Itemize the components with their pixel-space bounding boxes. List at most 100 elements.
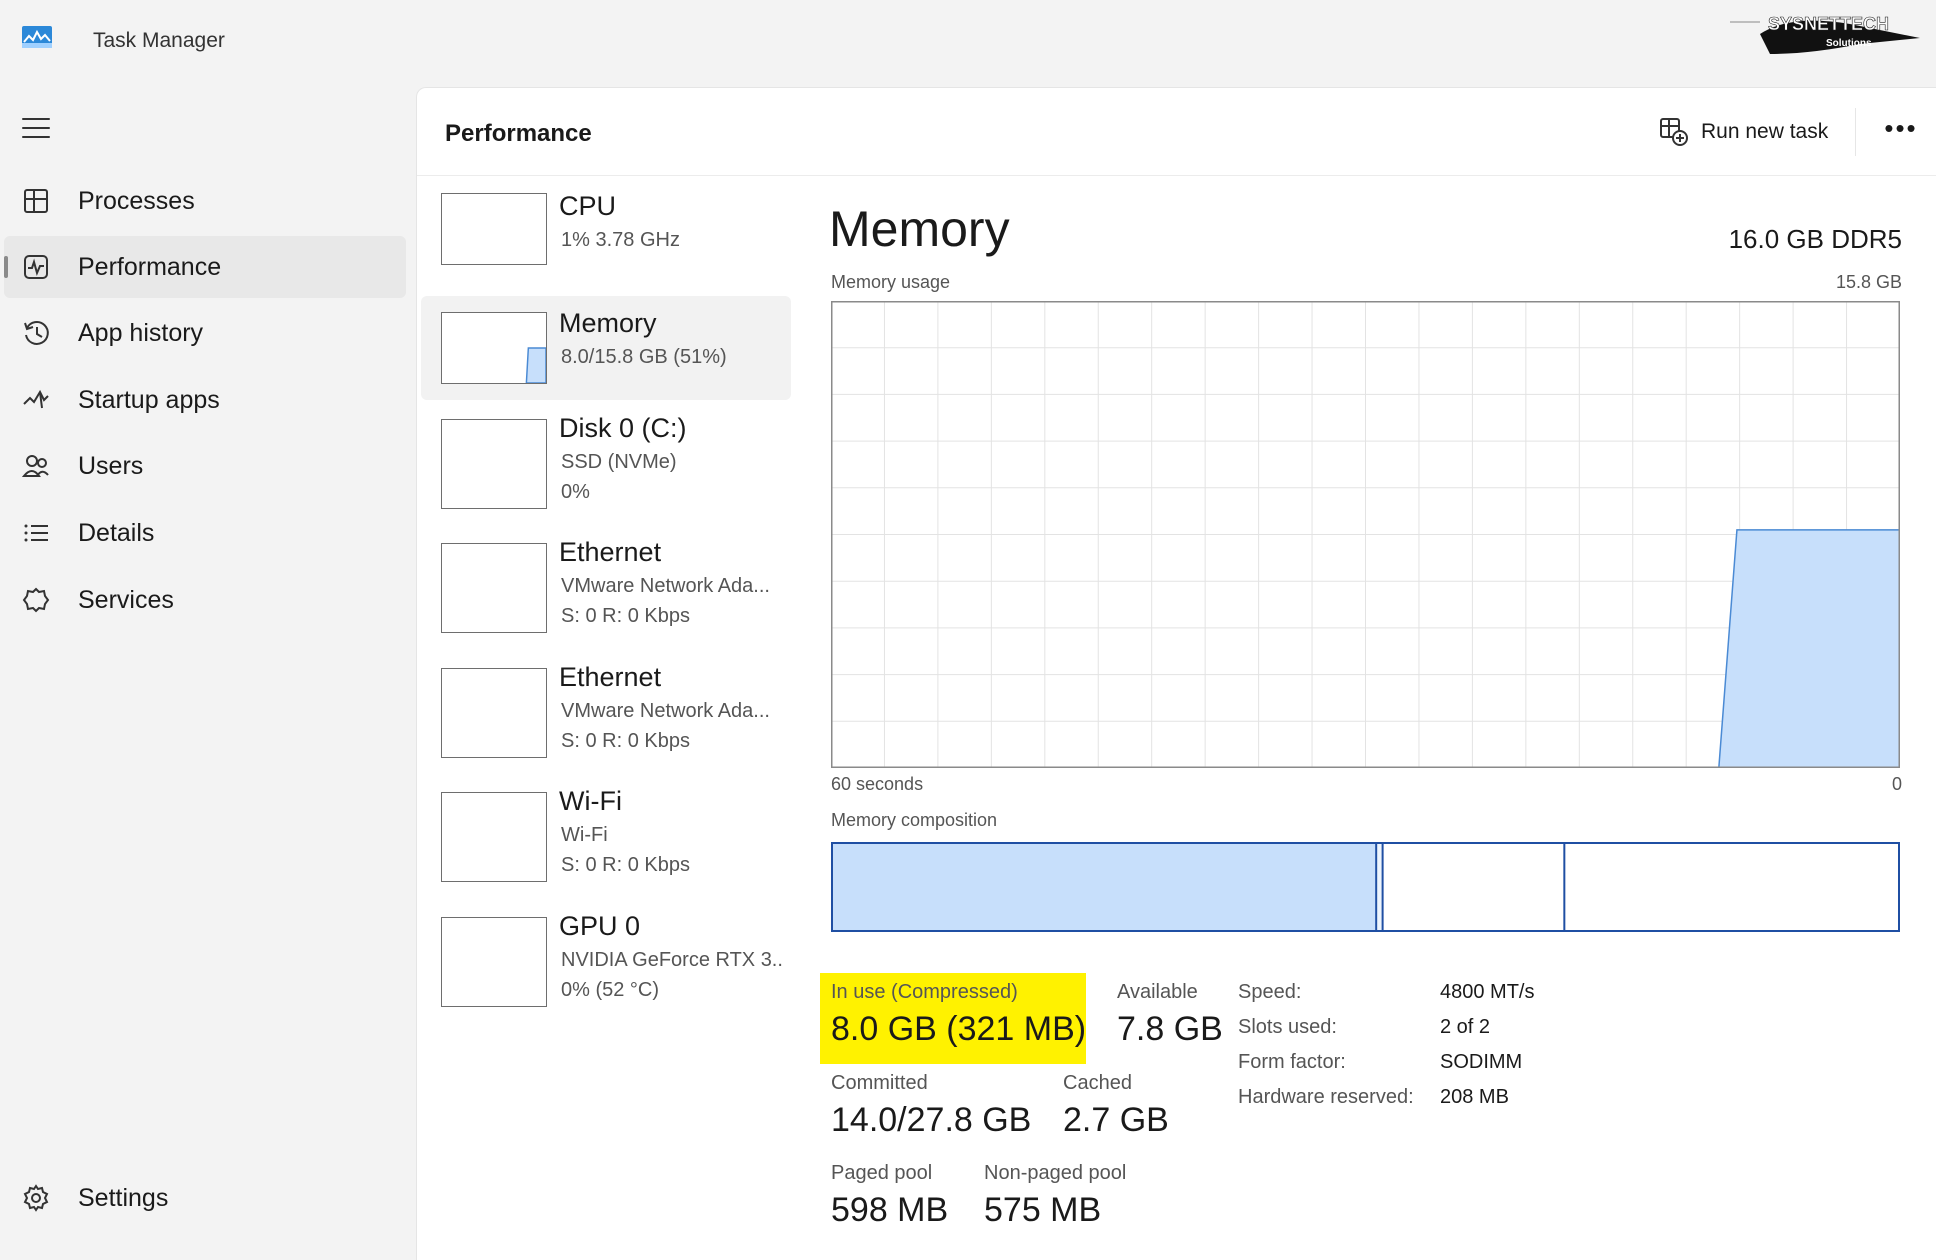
device-name: Ethernet xyxy=(559,537,662,567)
sidebar-item-label: Users xyxy=(78,451,144,480)
spec-form-factor-label: Form factor: xyxy=(1238,1051,1346,1073)
sidebar: Processes Performance App history Startu… xyxy=(0,86,414,1260)
sidebar-item-label: App history xyxy=(78,318,204,347)
in-use-value: 8.0 GB (321 MB) xyxy=(831,1010,1087,1048)
ethernet-thumbnail xyxy=(441,668,547,758)
device-subtitle-2: 0% xyxy=(561,481,590,503)
device-name: Memory xyxy=(559,308,657,338)
processes-icon xyxy=(24,189,48,213)
ethernet-thumbnail xyxy=(441,543,547,633)
sidebar-item-users[interactable]: Users xyxy=(4,435,406,497)
wifi-thumbnail xyxy=(441,792,547,882)
device-name: Wi-Fi xyxy=(559,786,622,816)
sidebar-item-label: Settings xyxy=(78,1183,169,1212)
spec-speed-label: Speed: xyxy=(1238,981,1302,1003)
sidebar-item-performance[interactable]: Performance xyxy=(4,236,406,298)
more-options-button[interactable]: ••• xyxy=(1879,115,1923,148)
device-name: GPU 0 xyxy=(559,911,641,941)
in-use-label: In use (Compressed) xyxy=(831,981,1018,1003)
users-icon xyxy=(22,455,49,477)
paged-pool-label: Paged pool xyxy=(831,1162,933,1184)
run-new-task-label: Run new task xyxy=(1701,120,1829,143)
device-subtitle: VMware Network Ada... xyxy=(561,700,770,722)
composition-in-use-segment xyxy=(831,842,1377,932)
committed-label: Committed xyxy=(831,1072,928,1094)
disk-thumbnail xyxy=(441,419,547,509)
spec-slots-value: 2 of 2 xyxy=(1440,1016,1491,1038)
settings-icon xyxy=(23,1184,49,1212)
sidebar-item-label: Startup apps xyxy=(78,385,220,414)
sidebar-item-services[interactable]: Services xyxy=(4,569,406,631)
device-subtitle: Wi-Fi xyxy=(561,824,608,846)
device-subtitle-2: S: 0 R: 0 Kbps xyxy=(561,730,690,752)
device-cpu[interactable]: CPU 1% 3.78 GHz xyxy=(421,191,791,281)
svg-text:SYSNETTECH: SYSNETTECH xyxy=(1768,14,1889,34)
task-manager-app-icon xyxy=(22,26,52,48)
cpu-thumbnail xyxy=(441,193,547,265)
sidebar-item-label: Services xyxy=(78,585,174,614)
device-subtitle-2: S: 0 R: 0 Kbps xyxy=(561,605,690,627)
history-icon xyxy=(24,321,49,345)
hamburger-menu-button[interactable] xyxy=(22,118,50,138)
memory-usage-area xyxy=(1718,529,1900,768)
device-subtitle-2: S: 0 R: 0 Kbps xyxy=(561,854,690,876)
memory-total: 16.0 GB DDR5 xyxy=(1728,224,1902,254)
svg-text:Solutions: Solutions xyxy=(1826,38,1872,49)
memory-thumbnail xyxy=(441,312,547,384)
nonpaged-pool-value: 575 MB xyxy=(984,1191,1102,1229)
available-label: Available xyxy=(1117,981,1198,1003)
committed-value: 14.0/27.8 GB xyxy=(831,1101,1032,1139)
memory-title: Memory xyxy=(829,201,1010,257)
services-icon xyxy=(22,587,50,613)
device-subtitle: SSD (NVMe) xyxy=(561,451,677,473)
title-bar: Task Manager SYSNETTECH Solutions xyxy=(0,0,1936,86)
paged-pool-value: 598 MB xyxy=(831,1191,949,1229)
device-name: Ethernet xyxy=(559,662,662,692)
device-subtitle: VMware Network Ada... xyxy=(561,575,770,597)
sidebar-item-label: Processes xyxy=(78,186,195,215)
details-icon xyxy=(24,524,48,542)
memory-usage-max: 15.8 GB xyxy=(1835,272,1902,292)
device-name: Disk 0 (C:) xyxy=(559,413,687,443)
header-divider xyxy=(1855,108,1856,156)
sidebar-item-details[interactable]: Details xyxy=(4,502,406,564)
window-title: Task Manager xyxy=(93,29,225,52)
spec-hardware-reserved-label: Hardware reserved: xyxy=(1238,1086,1414,1108)
sidebar-item-label: Performance xyxy=(78,252,222,281)
device-subtitle-2: 0% (52 °C) xyxy=(561,979,660,1001)
run-new-task-button[interactable]: Run new task xyxy=(1659,112,1828,152)
device-subtitle: NVIDIA GeForce RTX 3.. xyxy=(561,949,783,971)
spec-hardware-reserved-value: 208 MB xyxy=(1440,1086,1509,1108)
startup-icon xyxy=(23,389,49,409)
gpu-thumbnail xyxy=(441,917,547,1007)
graph-time-left: 60 seconds xyxy=(831,774,924,794)
spec-form-factor-value: SODIMM xyxy=(1440,1051,1523,1073)
device-subtitle: 8.0/15.8 GB (51%) xyxy=(561,346,727,368)
device-wifi[interactable]: Wi-Fi Wi-Fi S: 0 R: 0 Kbps xyxy=(421,786,791,886)
cached-label: Cached xyxy=(1063,1072,1132,1094)
sidebar-item-startup-apps[interactable]: Startup apps xyxy=(4,369,406,431)
memory-composition-label: Memory composition xyxy=(831,810,998,830)
cached-value: 2.7 GB xyxy=(1063,1101,1169,1139)
performance-icon xyxy=(24,255,48,279)
device-disk[interactable]: Disk 0 (C:) SSD (NVMe) 0% xyxy=(421,413,791,513)
device-subtitle: 1% 3.78 GHz xyxy=(561,229,680,251)
sidebar-item-settings[interactable]: Settings xyxy=(4,1167,406,1229)
available-value: 7.8 GB xyxy=(1117,1010,1223,1048)
memory-usage-graph xyxy=(831,301,1900,768)
main-header: Performance Run new task ••• xyxy=(417,88,1936,176)
memory-usage-label: Memory usage xyxy=(831,272,951,292)
sidebar-item-app-history[interactable]: App history xyxy=(4,302,406,364)
device-ethernet-2[interactable]: Ethernet VMware Network Ada... S: 0 R: 0… xyxy=(421,662,791,762)
run-task-icon xyxy=(1660,118,1688,146)
device-gpu[interactable]: GPU 0 NVIDIA GeForce RTX 3.. 0% (52 °C) xyxy=(421,911,791,1011)
sidebar-item-processes[interactable]: Processes xyxy=(4,170,406,232)
spec-slots-label: Slots used: xyxy=(1238,1016,1337,1038)
page-title: Performance xyxy=(445,120,592,147)
device-memory[interactable]: Memory 8.0/15.8 GB (51%) xyxy=(421,296,791,400)
graph-time-right: 0 xyxy=(1891,774,1902,794)
nonpaged-pool-label: Non-paged pool xyxy=(984,1162,1127,1184)
device-name: CPU xyxy=(559,191,617,221)
device-ethernet-1[interactable]: Ethernet VMware Network Ada... S: 0 R: 0… xyxy=(421,537,791,637)
sidebar-item-label: Details xyxy=(78,518,155,547)
